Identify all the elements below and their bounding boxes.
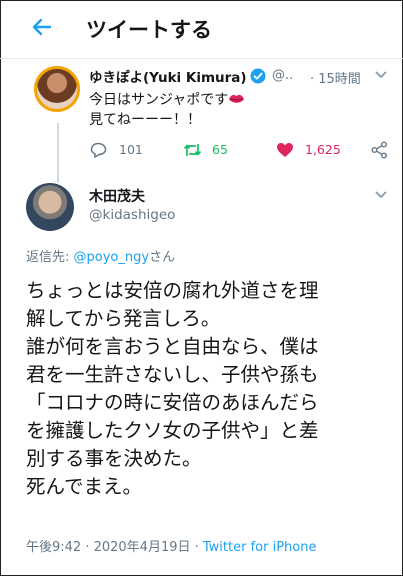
top-bar: ツイートする — [0, 0, 403, 59]
verified-icon — [250, 68, 266, 84]
tweet-body-line: 死んでまえ。 — [26, 475, 143, 498]
parent-handle[interactable]: @.. — [272, 68, 293, 83]
reply-to-line: 返信先: @poyo_ngyさん — [26, 246, 175, 265]
thread-connector — [57, 123, 59, 183]
tweet-client-link[interactable]: Twitter for iPhone — [203, 540, 317, 555]
lips-emoji-icon — [229, 94, 244, 103]
heart-icon[interactable] — [276, 142, 294, 158]
chevron-down-icon[interactable] — [374, 70, 388, 80]
page-title: ツイートする — [86, 18, 212, 42]
parent-display-name[interactable]: ゆきぽよ(Yuki Kimura) — [89, 66, 247, 86]
reply-icon[interactable] — [90, 142, 107, 158]
retweet-count: 65 — [212, 142, 228, 157]
author-handle[interactable]: @kidashigeo — [89, 207, 175, 223]
parent-tweet-text: 今日はサンジャポです 見てねーーー！！ — [89, 92, 229, 128]
back-arrow-icon[interactable] — [30, 15, 54, 39]
tweet-metadata: 午後9:42 · 2020年4月19日 · Twitter for iPhone — [26, 536, 316, 555]
parent-time[interactable]: · 15時間 — [310, 68, 361, 87]
tweet-body-line: 解してから発言しろ。 — [26, 307, 221, 330]
tweet-body-line: ちょっとは安倍の腐れ外道さを理 — [26, 279, 319, 302]
reply-to-user-link[interactable]: @poyo_ngy — [74, 250, 150, 265]
tweet-body: ちょっとは安倍の腐れ外道さを理 解してから発言しろ。 誰が何を言おうと自由なら、… — [26, 277, 386, 501]
tweet-body-line: 別する事を決めた。 — [26, 447, 202, 470]
like-count: 1,625 — [305, 142, 341, 157]
reply-count: 101 — [119, 142, 143, 157]
tweet-timestamp[interactable]: 午後9:42 · 2020年4月19日 · — [26, 540, 203, 555]
tweet-body-line: 君を一生許さないし、子供や孫も — [26, 363, 319, 386]
avatar-parent[interactable] — [34, 66, 80, 112]
reply-to-prefix: 返信先: — [26, 250, 74, 265]
tweet-body-line: を擁護したクソ女の子供や」と差 — [26, 419, 319, 442]
avatar-author[interactable] — [26, 183, 74, 231]
reply-to-suffix: さん — [149, 250, 176, 265]
tweet-body-line: 「コロナの時に安倍のあほんだら — [26, 391, 319, 414]
retweet-icon[interactable] — [183, 142, 202, 158]
tweet-body-line: 誰が何を言おうと自由なら、僕は — [26, 335, 319, 358]
author-display-name[interactable]: 木田茂夫 — [89, 186, 145, 206]
share-icon[interactable] — [371, 141, 388, 159]
chevron-down-icon[interactable] — [374, 190, 388, 200]
